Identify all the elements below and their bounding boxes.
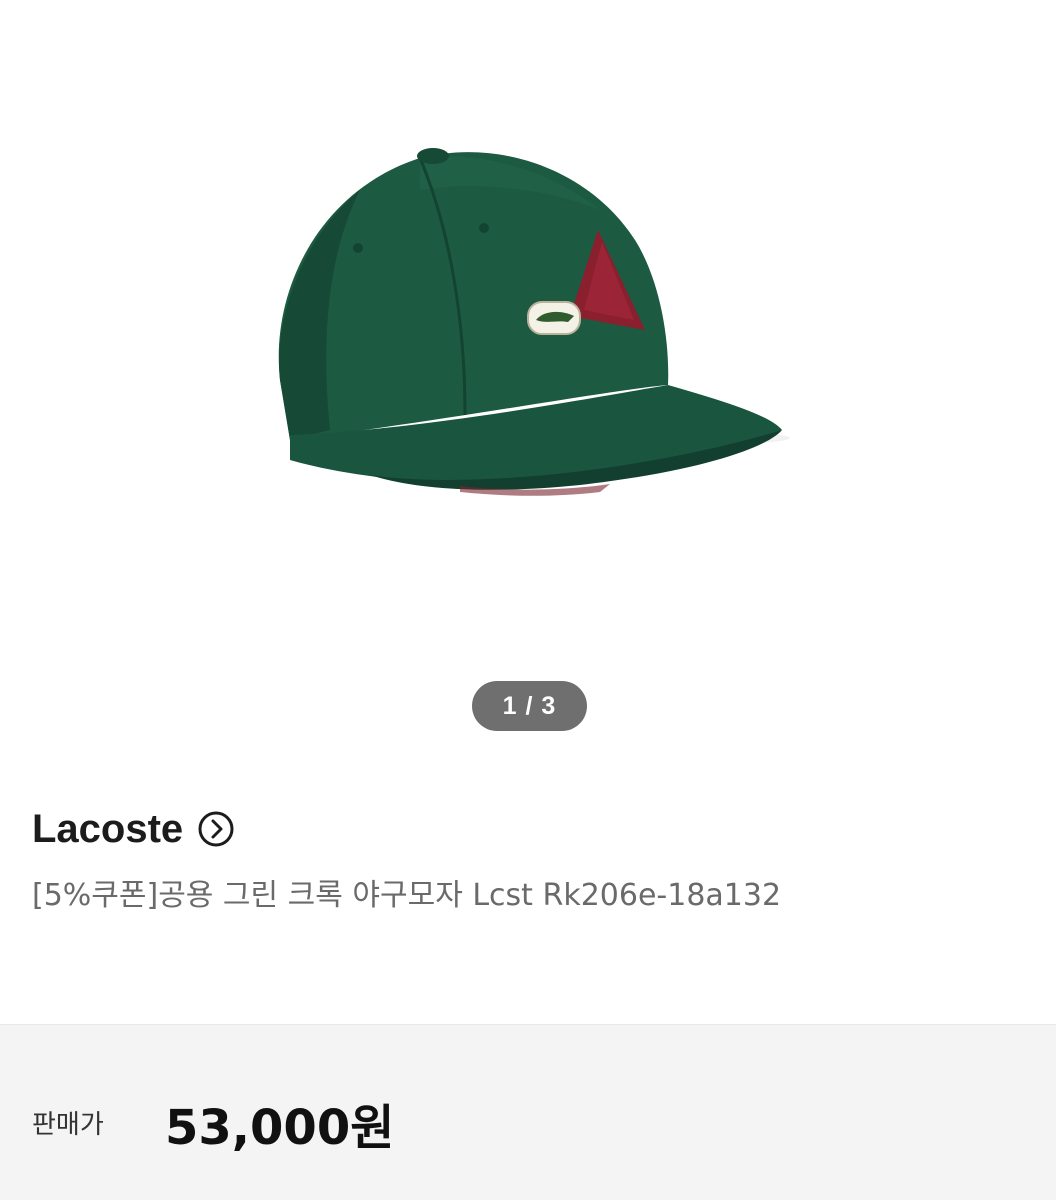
image-page-indicator: 1 / 3 — [472, 681, 587, 731]
product-title: [5%쿠폰]공용 그린 크록 야구모자 Lcst Rk206e-18a132 — [32, 878, 782, 913]
brand-link[interactable]: Lacoste — [32, 800, 1022, 858]
product-info: Lacoste [5%쿠폰]공용 그린 크록 야구모자 Lcst Rk206e-… — [32, 800, 1022, 920]
price-bar — [0, 1024, 1056, 1200]
product-image-gallery[interactable]: 1 / 3 — [0, 0, 1056, 760]
price-value: 53,000원 — [165, 1100, 395, 1156]
brand-name[interactable]: Lacoste — [32, 807, 183, 852]
product-image[interactable] — [250, 130, 790, 530]
price-label: 판매가 — [32, 1110, 104, 1140]
product-detail-page: 1 / 3 Lacoste [5%쿠폰]공용 그린 크록 야구모자 Lcst R… — [0, 0, 1056, 1200]
chevron-right-circle-icon[interactable] — [197, 810, 235, 848]
